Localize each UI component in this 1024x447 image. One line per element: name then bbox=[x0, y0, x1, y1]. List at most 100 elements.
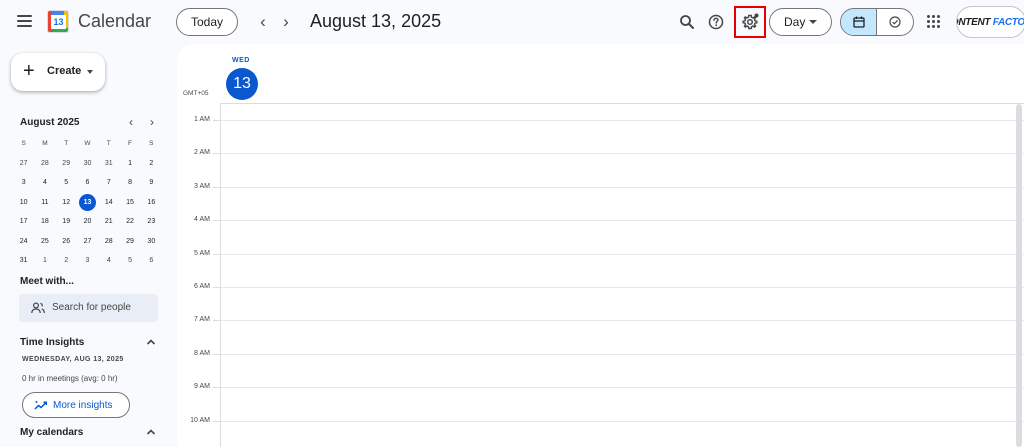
mini-calendar-day[interactable]: 27 bbox=[13, 154, 34, 174]
top-bar: 13 Calendar Today ‹ › August 13, 2025 Da… bbox=[0, 0, 1024, 44]
current-date-title: August 13, 2025 bbox=[310, 11, 442, 31]
chevron-left-icon[interactable]: ‹ bbox=[124, 115, 138, 129]
mini-calendar-day[interactable]: 17 bbox=[13, 212, 34, 232]
mini-calendar-title: August 2025 bbox=[20, 117, 80, 128]
mini-calendar-day[interactable]: 11 bbox=[34, 193, 55, 213]
hour-label: 7 AM bbox=[194, 316, 210, 324]
mini-calendar-day[interactable]: 3 bbox=[13, 173, 34, 193]
mini-calendar-day[interactable]: 16 bbox=[141, 193, 162, 213]
calendar-logo-icon: 13 bbox=[47, 10, 69, 33]
hour-tick bbox=[213, 153, 221, 155]
mini-calendar-day[interactable]: 1 bbox=[119, 154, 140, 174]
hour-label: 6 AM bbox=[194, 283, 210, 290]
mini-calendar-week: 3456789 bbox=[13, 173, 162, 193]
mini-calendar-day[interactable]: 4 bbox=[34, 173, 55, 193]
weekday-label: T bbox=[106, 140, 111, 147]
mini-calendar-day[interactable]: 6 bbox=[141, 251, 162, 271]
hour-line bbox=[220, 387, 1024, 389]
hour-label: 9 AM bbox=[194, 383, 210, 391]
menu-icon[interactable] bbox=[16, 12, 34, 30]
chevron-up-icon[interactable] bbox=[145, 336, 157, 348]
mini-calendar-day[interactable]: 7 bbox=[98, 173, 119, 193]
time-insights-date: WEDNESDAY, AUG 13, 2025 bbox=[22, 356, 124, 363]
mini-calendar-day[interactable]: 24 bbox=[13, 232, 34, 252]
search-icon[interactable] bbox=[675, 10, 699, 34]
time-insights-meetings: 0 hr in meetings (avg: 0 hr) bbox=[22, 374, 118, 383]
mini-calendar-day[interactable]: 8 bbox=[119, 173, 140, 193]
mini-calendar-week: 24 25 26 27 28 29 30 bbox=[13, 232, 162, 252]
help-icon[interactable] bbox=[704, 10, 728, 34]
mini-calendar-day[interactable]: 30 bbox=[77, 154, 98, 174]
mini-calendar-day[interactable]: 19 bbox=[56, 212, 77, 232]
mini-calendar-day[interactable]: 29 bbox=[56, 154, 77, 174]
mini-calendar-day[interactable]: 28 bbox=[98, 232, 119, 252]
mini-calendar-day[interactable]: 2 bbox=[56, 251, 77, 271]
chevron-right-icon[interactable]: › bbox=[145, 115, 159, 129]
hour-line bbox=[220, 253, 1024, 255]
tasks-view-icon[interactable] bbox=[877, 9, 913, 35]
day-view: WED 13 GMT+05 1 AM 2 AM 3 AM 4 AM 5 AM 6 AM 7 … bbox=[177, 44, 1024, 447]
mini-calendar-day[interactable]: 21 bbox=[98, 212, 119, 232]
mini-calendar-day[interactable]: 22 bbox=[119, 212, 140, 232]
weekday-label: F bbox=[128, 140, 133, 147]
hour-tick bbox=[213, 120, 221, 121]
mini-calendar-day[interactable]: 18 bbox=[34, 212, 55, 232]
more-insights-button[interactable]: More insights bbox=[22, 392, 130, 418]
account-button[interactable]: CONTENT FACTORY bbox=[956, 6, 1024, 38]
logo-number: 13 bbox=[51, 15, 66, 29]
mini-calendar-day[interactable]: 14 bbox=[98, 193, 119, 213]
day-number-button[interactable]: 13 bbox=[226, 68, 258, 100]
hour-label: 2 AM bbox=[194, 149, 210, 157]
scrollbar-thumb[interactable] bbox=[1016, 104, 1022, 447]
hour-line bbox=[220, 287, 1024, 288]
search-people-input[interactable]: Search for people bbox=[19, 294, 158, 322]
calendar-view-icon[interactable] bbox=[841, 9, 877, 35]
mini-calendar-day[interactable]: 31 bbox=[13, 251, 34, 271]
weekday-label: T bbox=[64, 140, 69, 147]
mini-calendar-day[interactable]: 27 bbox=[77, 232, 98, 252]
mini-calendar-grid: S M T W T F S 27 28 29 30 31 1 2 3 4 5 6 7 8 9 10 11 12 13 14 15 16… bbox=[13, 134, 162, 271]
settings-icon[interactable] bbox=[738, 10, 762, 34]
vertical-scrollbar[interactable] bbox=[1016, 104, 1022, 447]
mini-calendar-day[interactable]: 13 bbox=[77, 193, 98, 213]
chevron-left-icon[interactable]: ‹ bbox=[254, 12, 272, 32]
hour-tick bbox=[213, 420, 221, 422]
mini-calendar-day[interactable]: 9 bbox=[141, 173, 162, 193]
time-insights-title: Time Insights bbox=[20, 337, 85, 348]
hour-tick bbox=[213, 353, 221, 355]
hour-label: 8 AM bbox=[194, 349, 210, 357]
mini-calendar-day[interactable]: 5 bbox=[56, 173, 77, 193]
weekday-label: W bbox=[84, 140, 91, 147]
view-selector-dropdown[interactable]: Day bbox=[769, 8, 832, 36]
chevron-right-icon[interactable]: › bbox=[277, 12, 295, 32]
mini-calendar-day[interactable]: 10 bbox=[13, 193, 34, 213]
hour-grid[interactable]: 1 AM 2 AM 3 AM 4 AM 5 AM 6 AM 7 AM 8 AM 9 AM 10 A… bbox=[177, 103, 1024, 447]
mini-calendar-day[interactable]: 15 bbox=[119, 193, 140, 213]
apps-grid-icon[interactable] bbox=[927, 15, 941, 29]
today-button[interactable]: Today bbox=[176, 8, 238, 36]
mini-calendar-day[interactable]: 25 bbox=[34, 232, 55, 252]
hour-tick bbox=[213, 253, 221, 255]
chevron-up-icon[interactable] bbox=[145, 426, 157, 438]
create-label: Create bbox=[47, 65, 82, 77]
mini-calendar-day[interactable]: 26 bbox=[56, 232, 77, 252]
mini-calendar-day[interactable]: 23 bbox=[141, 212, 162, 232]
mini-calendar-day[interactable]: 2 bbox=[141, 154, 162, 174]
mini-calendar-day[interactable]: 1 bbox=[34, 251, 55, 271]
mini-calendar-day[interactable]: 6 bbox=[77, 173, 98, 193]
hour-line bbox=[220, 120, 1024, 121]
mini-calendar-day[interactable]: 29 bbox=[119, 232, 140, 252]
mini-calendar-day[interactable]: 5 bbox=[119, 251, 140, 271]
mini-calendar-day[interactable]: 28 bbox=[34, 154, 55, 174]
hour-tick bbox=[213, 387, 221, 389]
hour-line bbox=[220, 153, 1024, 155]
more-insights-label: More insights bbox=[53, 400, 113, 411]
mini-calendar-day[interactable]: 12 bbox=[56, 193, 77, 213]
mini-calendar-day[interactable]: 30 bbox=[141, 232, 162, 252]
mini-calendar-day[interactable]: 20 bbox=[77, 212, 98, 232]
day-of-week-label: WED bbox=[232, 57, 250, 64]
mini-calendar-day[interactable]: 3 bbox=[77, 251, 98, 271]
mini-calendar-day[interactable]: 31 bbox=[98, 154, 119, 174]
create-button[interactable]: + Create bbox=[11, 53, 105, 91]
mini-calendar-day[interactable]: 4 bbox=[98, 251, 119, 271]
